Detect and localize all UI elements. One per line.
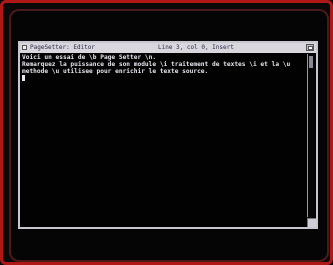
cursor-line: [22, 75, 306, 82]
scroll-thumb[interactable]: [309, 56, 313, 68]
monitor-frame: PageSetter: Editor Line 3, col 0, Insert…: [0, 0, 333, 265]
close-box-icon[interactable]: [22, 45, 27, 50]
editor-window[interactable]: PageSetter: Editor Line 3, col 0, Insert…: [18, 41, 318, 229]
depth-gadget-icon[interactable]: [306, 44, 314, 51]
cursor-status: Line 3, col 0, Insert: [158, 44, 234, 51]
text-cursor: [22, 75, 25, 81]
window-title: PageSetter: Editor: [30, 44, 96, 51]
text-line-1: Voici un essai de \b Page Setter \n.: [22, 54, 157, 61]
text-line-2: Remarquez la puissance de son module \i …: [22, 61, 291, 68]
text-editor-area[interactable]: Voici un essai de \b Page Setter \n. Rem…: [22, 54, 306, 225]
vertical-scrollbar[interactable]: [307, 54, 315, 217]
title-bar[interactable]: PageSetter: Editor Line 3, col 0, Insert: [20, 43, 316, 53]
text-line-3: methode \u utilisee pour enrichir le tex…: [22, 68, 209, 75]
size-gadget-icon[interactable]: [307, 218, 316, 227]
